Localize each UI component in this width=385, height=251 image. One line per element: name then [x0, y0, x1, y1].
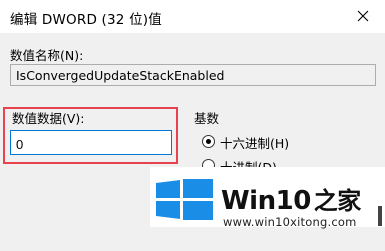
watermark-brand-zhi: 之家 — [313, 187, 362, 215]
value-name-label: 数值名称(N): — [10, 48, 84, 63]
watermark-brand-win: Win10 — [221, 186, 311, 216]
close-button[interactable] — [341, 0, 385, 32]
watermark-brand: Win10 之家 — [221, 181, 361, 216]
watermark-url: www.win10xitong.com — [223, 215, 357, 229]
value-name-field: IsConvergedUpdateStackEnabled — [10, 64, 376, 86]
scrollbar-stub — [378, 206, 382, 226]
title-bar[interactable]: 编辑 DWORD (32 位)值 — [0, 0, 385, 33]
windows-logo-icon — [156, 179, 213, 220]
radio-hex-label[interactable]: 十六进制(H) — [220, 133, 289, 152]
highlight-box — [3, 107, 178, 164]
close-icon — [357, 10, 369, 22]
base-group-label: 基数 — [194, 111, 220, 126]
dialog-title: 编辑 DWORD (32 位)值 — [10, 12, 162, 28]
radio-selected-dot — [206, 139, 211, 144]
radio-hex[interactable] — [202, 135, 215, 148]
edit-dword-dialog: 编辑 DWORD (32 位)值 数值名称(N): IsConvergedUpd… — [0, 0, 385, 251]
